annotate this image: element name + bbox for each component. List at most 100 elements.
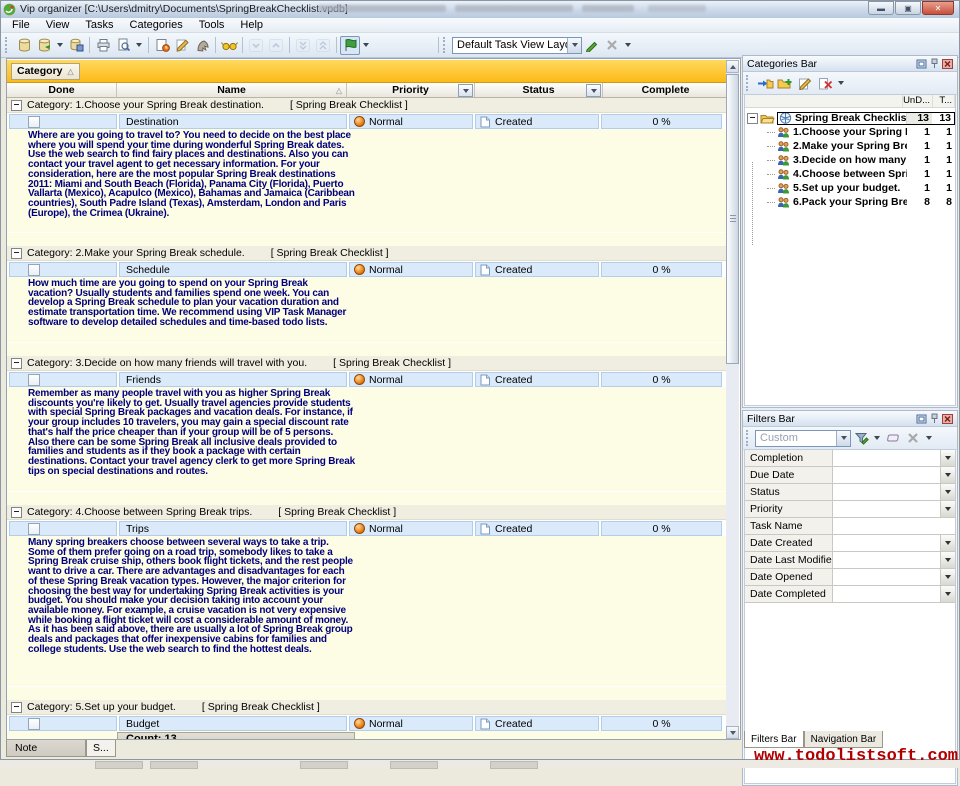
tree-item[interactable]: 6.Pack your Spring Break es 8 8 bbox=[745, 195, 955, 209]
panel-close-icon[interactable] bbox=[942, 414, 953, 424]
new-subcategory-button[interactable] bbox=[775, 74, 795, 93]
task-view-layout-combo[interactable]: Default Task View Layout bbox=[452, 37, 582, 54]
filters-toolbar-grip[interactable] bbox=[746, 430, 751, 446]
task-checkbox[interactable] bbox=[28, 264, 40, 276]
filter-dropdown-button[interactable] bbox=[940, 569, 955, 585]
filter-value-field[interactable] bbox=[833, 467, 940, 483]
collapse-icon[interactable] bbox=[11, 358, 22, 369]
panel-maximize-icon[interactable] bbox=[916, 59, 927, 69]
delete-layout-button[interactable] bbox=[602, 36, 622, 55]
print-button[interactable] bbox=[93, 36, 113, 55]
close-button[interactable]: ✕ bbox=[922, 1, 954, 15]
delete-category-button[interactable] bbox=[815, 74, 835, 93]
tree-column-undone[interactable]: UnD... bbox=[903, 95, 933, 107]
tree-item[interactable]: 5.Set up your budget. 1 1 bbox=[745, 181, 955, 195]
column-header-priority[interactable]: Priority bbox=[347, 83, 475, 97]
filter-dropdown-button[interactable] bbox=[940, 586, 955, 602]
category-group-header[interactable]: Category: 2.Make your Spring Break sched… bbox=[7, 246, 728, 261]
task-status-cell[interactable]: Created bbox=[475, 521, 599, 536]
filter-value-field[interactable] bbox=[833, 552, 940, 568]
layout-toolbar-overflow[interactable] bbox=[625, 43, 631, 47]
view-task-button[interactable] bbox=[219, 36, 239, 55]
category-group-header[interactable]: Category: 4.Choose between Spring Break … bbox=[7, 505, 728, 520]
tab-filters-bar[interactable]: Filters Bar bbox=[744, 731, 804, 748]
filter-dropdown-button[interactable] bbox=[940, 535, 955, 551]
clear-filter-button[interactable] bbox=[883, 429, 903, 448]
tab-navigation-bar[interactable]: Navigation Bar bbox=[804, 731, 884, 748]
collapse-icon[interactable] bbox=[11, 702, 22, 713]
save-layout-button[interactable] bbox=[582, 36, 602, 55]
task-name-cell[interactable]: Trips bbox=[119, 521, 347, 536]
scrollbar-thumb[interactable] bbox=[726, 74, 739, 364]
open-database-dropdown[interactable] bbox=[57, 43, 63, 47]
categories-toolbar-grip[interactable] bbox=[746, 75, 751, 91]
task-status-cell[interactable]: Created bbox=[475, 262, 599, 277]
scroll-up-button[interactable] bbox=[726, 60, 739, 73]
filter-value-field[interactable] bbox=[833, 501, 940, 517]
tree-item[interactable]: 1.Choose your Spring Break 1 1 bbox=[745, 125, 955, 139]
task-status-cell[interactable]: Created bbox=[475, 372, 599, 387]
panel-pin-icon[interactable] bbox=[930, 58, 939, 69]
task-complete-cell[interactable]: 0 % bbox=[601, 262, 722, 277]
edit-task-button[interactable] bbox=[172, 36, 192, 55]
tab-note[interactable]: Note bbox=[6, 740, 86, 757]
task-name-cell[interactable]: Schedule bbox=[119, 262, 347, 277]
priority-filter-dropdown[interactable] bbox=[458, 84, 473, 97]
tree-item[interactable]: 2.Make your Spring Break sc 1 1 bbox=[745, 139, 955, 153]
collapse-icon[interactable] bbox=[11, 100, 22, 111]
toolbar-grip[interactable] bbox=[5, 37, 10, 53]
reports-dropdown[interactable] bbox=[363, 43, 369, 47]
maximize-button[interactable]: ▣ bbox=[895, 1, 921, 15]
menu-tools[interactable]: Tools bbox=[191, 19, 233, 31]
column-header-status[interactable]: Status bbox=[475, 83, 603, 97]
task-complete-cell[interactable]: 0 % bbox=[601, 521, 722, 536]
filter-dropdown-button[interactable] bbox=[940, 552, 955, 568]
filter-preset-combo[interactable]: Custom bbox=[755, 430, 851, 447]
filter-value-field[interactable] bbox=[833, 569, 940, 585]
task-row[interactable]: Friends Normal Created 0 % bbox=[7, 371, 728, 387]
filter-dropdown-button[interactable] bbox=[940, 484, 955, 500]
tree-root-selection[interactable]: Spring Break Checklist 13 13 bbox=[777, 112, 955, 125]
menu-categories[interactable]: Categories bbox=[122, 19, 191, 31]
task-name-cell[interactable]: Destination bbox=[119, 114, 347, 129]
category-group-header[interactable]: Category: 1.Choose your Spring Break des… bbox=[7, 98, 728, 113]
collapse-icon[interactable] bbox=[11, 248, 22, 259]
panel-close-icon[interactable] bbox=[942, 59, 953, 69]
new-category-button[interactable] bbox=[755, 74, 775, 93]
layout-combo-dropdown[interactable] bbox=[567, 38, 581, 53]
category-group-header[interactable]: Category: 5.Set up your budget. [ Spring… bbox=[7, 700, 728, 715]
filter-value-field[interactable] bbox=[833, 586, 940, 602]
tree-column-total[interactable]: T... bbox=[933, 95, 955, 107]
task-complete-cell[interactable]: 0 % bbox=[601, 716, 722, 731]
tab-schedule[interactable]: S... bbox=[86, 740, 116, 757]
filter-value-field[interactable] bbox=[833, 535, 940, 551]
apply-filter-button[interactable] bbox=[851, 429, 871, 448]
task-priority-cell[interactable]: Normal bbox=[349, 521, 473, 536]
tree-root-row[interactable]: Spring Break Checklist 13 13 bbox=[745, 111, 955, 125]
task-note[interactable]: Where are you going to travel to? You ne… bbox=[7, 129, 728, 246]
scroll-down-button[interactable] bbox=[726, 726, 739, 739]
task-row[interactable]: Destination Normal Created 0 % bbox=[7, 113, 728, 129]
status-filter-dropdown[interactable] bbox=[586, 84, 601, 97]
task-priority-cell[interactable]: Normal bbox=[349, 114, 473, 129]
task-row[interactable]: Budget Normal Created 0 % bbox=[7, 715, 728, 731]
task-complete-cell[interactable]: 0 % bbox=[601, 114, 722, 129]
column-header-name[interactable]: Name△ bbox=[117, 83, 347, 97]
task-name-cell[interactable]: Budget bbox=[119, 716, 347, 731]
task-status-cell[interactable]: Created bbox=[475, 114, 599, 129]
delete-task-button[interactable] bbox=[192, 36, 212, 55]
apply-filter-dropdown[interactable] bbox=[874, 436, 880, 440]
menu-help[interactable]: Help bbox=[232, 19, 271, 31]
column-header-complete[interactable]: Complete bbox=[603, 83, 728, 97]
delete-filter-button[interactable] bbox=[903, 429, 923, 448]
task-priority-cell[interactable]: Normal bbox=[349, 262, 473, 277]
task-checkbox[interactable] bbox=[28, 116, 40, 128]
task-status-cell[interactable]: Created bbox=[475, 716, 599, 731]
new-database-button[interactable] bbox=[14, 36, 34, 55]
filter-dropdown-button[interactable] bbox=[940, 450, 955, 466]
menu-file[interactable]: File bbox=[4, 19, 38, 31]
print-dropdown[interactable] bbox=[136, 43, 142, 47]
task-row[interactable]: Schedule Normal Created 0 % bbox=[7, 261, 728, 277]
column-header-done[interactable]: Done bbox=[7, 83, 117, 97]
collapse-icon[interactable] bbox=[11, 507, 22, 518]
